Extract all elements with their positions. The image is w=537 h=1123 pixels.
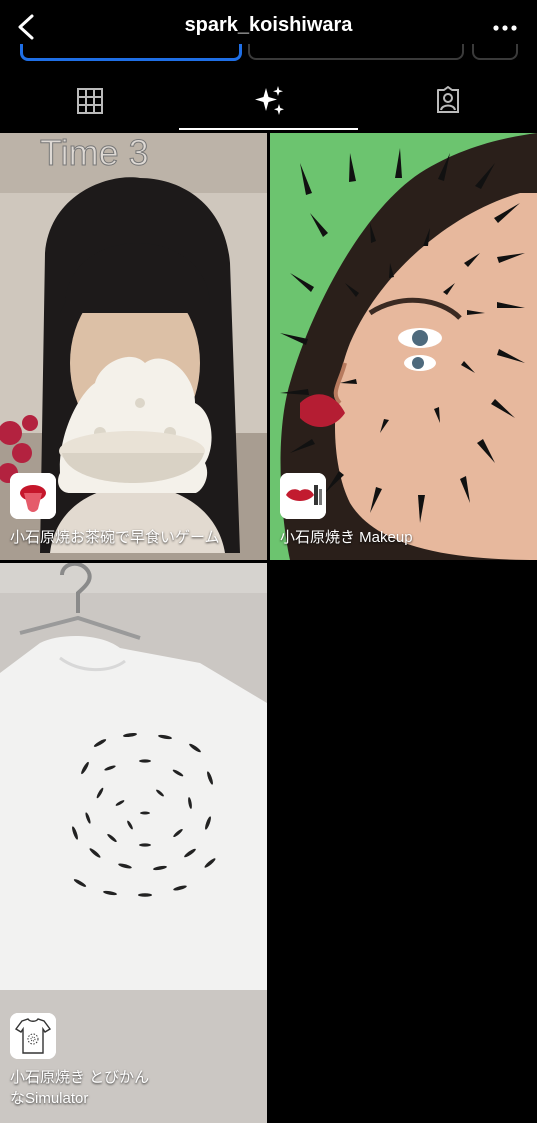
effect-title-line2: なSimulator	[10, 1090, 89, 1107]
tagged-person-icon	[436, 86, 459, 113]
effect-title-line1: 小石原焼き とびかん	[10, 1069, 150, 1086]
profile-username: spark_koishiwara	[184, 14, 353, 36]
grid-icon	[76, 88, 103, 114]
follow-button-edge[interactable]	[20, 44, 242, 61]
tshirt-icon	[10, 1013, 56, 1059]
effect-icon-badge	[10, 1013, 56, 1059]
message-button-edge[interactable]	[248, 44, 464, 60]
more-options-button[interactable]	[491, 14, 519, 42]
sparkles-icon	[254, 86, 284, 115]
active-tab-indicator	[179, 128, 358, 130]
tab-grid[interactable]	[0, 70, 179, 132]
profile-tabs	[0, 70, 537, 132]
more-dots-icon	[493, 25, 517, 31]
effect-title: 小石原焼き Makeup	[280, 529, 413, 546]
lips-makeup-icon	[280, 473, 326, 519]
effect-tile[interactable]: Time 3 小石原焼お茶碗で早食いゲーム	[0, 133, 267, 560]
effect-tile[interactable]: 小石原焼き とびかん なSimulator	[0, 563, 267, 1123]
profile-action-buttons-edge	[0, 44, 537, 61]
effect-title: 小石原焼き とびかん なSimulator	[10, 1067, 259, 1109]
effect-tile[interactable]: 小石原焼き Makeup	[270, 133, 537, 560]
effect-icon-badge	[280, 473, 326, 519]
effect-overlay-text: Time 3	[40, 133, 149, 173]
effect-icon-badge	[10, 473, 56, 519]
tab-tagged[interactable]	[358, 70, 537, 132]
suggest-button-edge[interactable]	[472, 44, 518, 60]
mouth-tongue-icon	[10, 473, 56, 519]
tab-effects[interactable]	[179, 70, 358, 132]
effect-title: 小石原焼お茶碗で早食いゲーム	[10, 529, 220, 546]
